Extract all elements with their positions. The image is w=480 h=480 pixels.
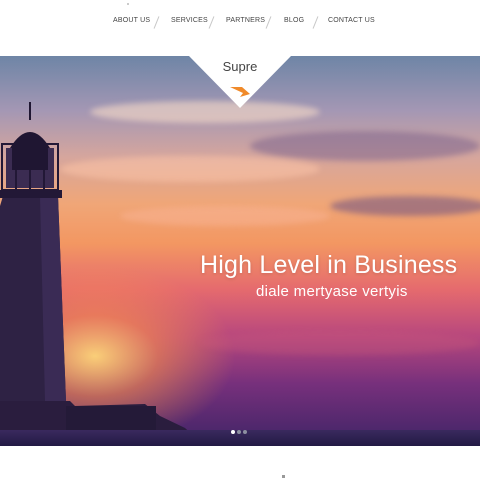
nav-item-contact-us[interactable]: CONTACT US [328,17,375,24]
slider-dot[interactable] [231,430,235,434]
hero-subtitle: diale mertyase vertyis [256,283,408,300]
decorative-dot [127,3,129,5]
hero-slider: High Level in Business diale mertyase ve… [0,56,480,446]
cloud [250,131,480,161]
slider-dot[interactable] [243,430,247,434]
slider-pagination [231,430,251,436]
lighthouse-image [0,102,205,446]
nav-item-partners[interactable]: PARTNERS [226,17,265,24]
nav-item-services[interactable]: SERVICES [171,17,208,24]
top-navigation: ABOUT US SERVICES PARTNERS BLOG CONTACT … [0,0,480,56]
nav-separator [153,16,160,29]
logo-text: Supre [222,59,258,74]
slider-dot[interactable] [237,430,241,434]
cloud [200,331,480,355]
main-menu: ABOUT US SERVICES PARTNERS BLOG CONTACT … [0,16,480,29]
decorative-mark [282,475,285,478]
nav-item-blog[interactable]: BLOG [284,17,304,24]
hero-title: High Level in Business [200,251,458,279]
logo-arrow-icon [230,87,250,97]
nav-separator [265,16,272,29]
nav-separator [312,16,319,29]
nav-separator [208,16,215,29]
page-content-start [0,446,480,480]
logo[interactable]: Supre [189,56,291,108]
cloud [330,196,480,216]
nav-item-about-us[interactable]: ABOUT US [113,17,150,24]
